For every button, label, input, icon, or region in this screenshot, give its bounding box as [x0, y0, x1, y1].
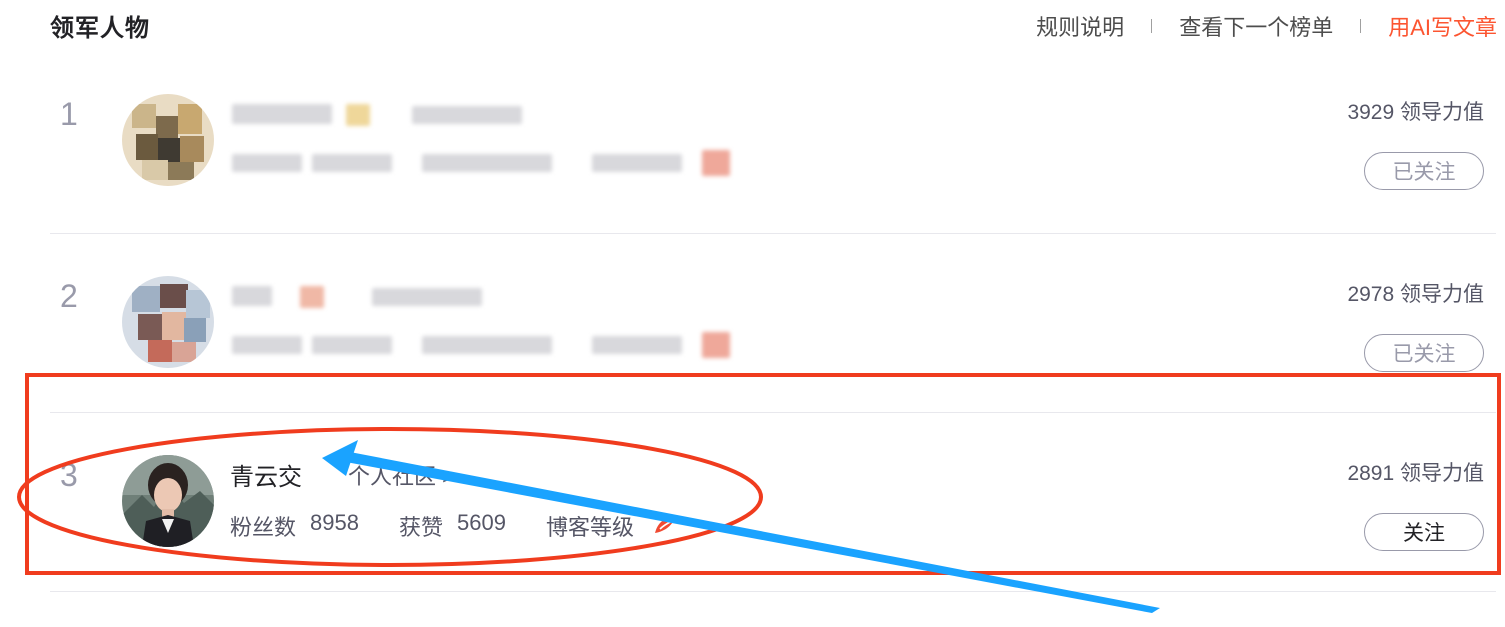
blurred-stat: [312, 336, 392, 354]
divider: [1360, 19, 1362, 33]
leadership-score: 2978 领导力值: [1347, 283, 1484, 306]
likes-value: 5609: [456, 510, 506, 535]
level-label: 博客等级: [545, 515, 634, 540]
fans-stat: 粉丝数 8958: [230, 510, 359, 542]
rank-number: 3: [60, 457, 78, 493]
leader-row: 2 2978 领导力值 已关注: [50, 234, 1496, 413]
rules-link[interactable]: 规则说明: [1036, 10, 1124, 42]
user-avatar-icon: [122, 455, 214, 547]
leader-list: 1 3929 领导力值 已关注 2 2978 领导力值 已关注 3 青云交 个人…: [50, 52, 1496, 592]
user-name[interactable]: 青云交: [230, 457, 302, 492]
likes-stat: 获赞 5609: [399, 510, 506, 542]
blurred-name: [232, 104, 332, 124]
next-list-link[interactable]: 查看下一个榜单: [1179, 10, 1333, 42]
blurred-name: [232, 286, 272, 306]
blurred-badge: [346, 104, 370, 126]
leadership-score: 2891 领导力值: [1347, 462, 1484, 485]
leadership-score: 3929 领导力值: [1347, 101, 1484, 124]
blurred-stat: [422, 336, 552, 354]
ranking-header: 领军人物 规则说明 查看下一个榜单 用AI写文章: [0, 0, 1505, 60]
rank-number: 2: [60, 278, 78, 314]
leader-row: 1 3929 领导力值 已关注: [50, 52, 1496, 234]
community-link[interactable]: 个人社区 >: [348, 459, 455, 491]
avatar[interactable]: [122, 94, 214, 186]
blurred-avatar-icon: [122, 276, 214, 368]
fans-label: 粉丝数: [230, 515, 297, 540]
blurred-stat: [422, 154, 552, 172]
level-stat: 博客等级: [546, 510, 634, 542]
blurred-stat: [232, 154, 302, 172]
likes-label: 获赞: [398, 515, 443, 540]
blurred-stat: [592, 336, 682, 354]
blurred-stat: [592, 154, 682, 172]
leader-row: 3 青云交 个人社区 > 粉丝数 8958 获赞 5609 博客等级 2891 …: [50, 413, 1496, 592]
rank-number: 1: [60, 96, 78, 132]
blurred-community: [372, 288, 482, 306]
blurred-community: [412, 106, 522, 124]
header-links: 规则说明 查看下一个榜单 用AI写文章: [1036, 10, 1497, 42]
follow-button[interactable]: 关注: [1364, 513, 1484, 551]
blog-level-icon: [654, 517, 675, 533]
blurred-level: [702, 150, 730, 176]
user-stats: 粉丝数 8958 获赞 5609 博客等级: [230, 510, 678, 542]
blurred-level: [702, 332, 730, 358]
blurred-badge: [300, 286, 324, 308]
blurred-stat: [312, 154, 392, 172]
followed-button[interactable]: 已关注: [1364, 152, 1484, 190]
avatar[interactable]: [122, 276, 214, 368]
fans-value: 8958: [310, 510, 359, 535]
followed-button[interactable]: 已关注: [1364, 334, 1484, 372]
ai-write-link[interactable]: 用AI写文章: [1388, 10, 1497, 42]
blurred-avatar-icon: [122, 94, 214, 186]
avatar[interactable]: [122, 455, 214, 547]
user-name-line: 青云交 个人社区 >: [230, 457, 455, 492]
blurred-stat: [232, 336, 302, 354]
divider: [1151, 19, 1153, 33]
page-title: 领军人物: [50, 15, 150, 42]
